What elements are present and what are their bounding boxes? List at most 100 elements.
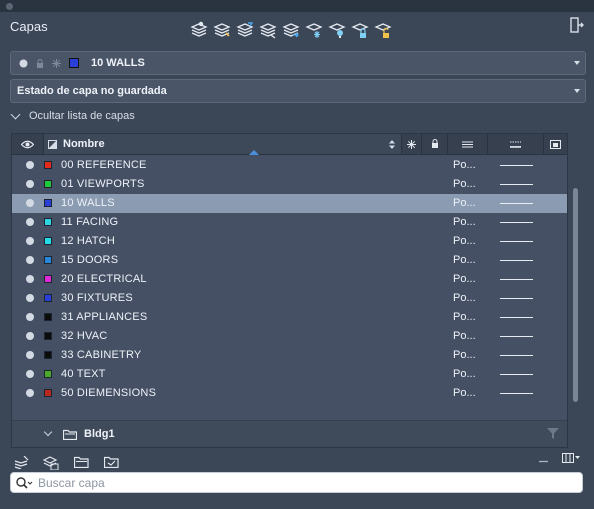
layer-state-dropdown[interactable]: Estado de capa no guardada: [10, 79, 586, 103]
unlock-layer-icon[interactable]: [374, 20, 392, 40]
new-property-filter-icon[interactable]: [42, 453, 60, 471]
layer-color-swatch[interactable]: [44, 161, 52, 169]
layer-lineweight[interactable]: [500, 279, 533, 280]
layer-linetype[interactable]: Po...: [453, 330, 476, 342]
minus-icon[interactable]: [539, 454, 548, 466]
layer-row[interactable]: 33 CABINETRY Po...: [12, 346, 567, 365]
lightbulb-on-icon[interactable]: [26, 180, 34, 188]
layer-row[interactable]: 11 FACING Po...: [12, 213, 567, 232]
layer-lineweight[interactable]: [500, 317, 533, 318]
layer-row[interactable]: 40 TEXT Po...: [12, 365, 567, 384]
layer-row[interactable]: 10 WALLS Po...: [12, 194, 567, 213]
layer-lineweight[interactable]: [500, 298, 533, 299]
column-options-icon[interactable]: [562, 453, 580, 466]
layer-linetype[interactable]: Po...: [453, 235, 476, 247]
layer-linetype[interactable]: Po...: [453, 254, 476, 266]
layer-color-swatch[interactable]: [44, 370, 52, 378]
layer-color-swatch[interactable]: [44, 332, 52, 340]
window-dot[interactable]: [6, 3, 13, 10]
layer-color-swatch[interactable]: [44, 275, 52, 283]
layer-off-icon[interactable]: [328, 20, 346, 40]
layer-lineweight[interactable]: [500, 165, 533, 166]
lock-layer-icon[interactable]: [351, 20, 369, 40]
layer-lineweight[interactable]: [500, 222, 533, 223]
layer-linetype[interactable]: Po...: [453, 387, 476, 399]
layer-row[interactable]: 12 HATCH Po...: [12, 232, 567, 251]
scrollbar-thumb[interactable]: [573, 188, 578, 402]
lock-icon: [36, 59, 44, 72]
layer-row[interactable]: 50 DIEMENSIONS Po...: [12, 384, 567, 403]
lightbulb-on-icon[interactable]: [26, 256, 34, 264]
name-column-header[interactable]: Nombre: [44, 134, 402, 155]
lightbulb-on-icon[interactable]: [26, 199, 34, 207]
layer-linetype[interactable]: Po...: [453, 216, 476, 228]
layer-color-swatch[interactable]: [44, 313, 52, 321]
chevron-down-icon[interactable]: [43, 427, 53, 437]
layer-color-swatch[interactable]: [44, 218, 52, 226]
lightbulb-on-icon[interactable]: [26, 161, 34, 169]
layer-row[interactable]: 32 HVAC Po...: [12, 327, 567, 346]
lock-column-header[interactable]: [422, 134, 448, 154]
layer-linetype[interactable]: Po...: [453, 159, 476, 171]
layer-filter-icon[interactable]: [12, 453, 30, 471]
layer-color-swatch[interactable]: [44, 351, 52, 359]
layer-color-swatch[interactable]: [44, 294, 52, 302]
lightbulb-on-icon[interactable]: [26, 313, 34, 321]
layer-row[interactable]: 15 DOORS Po...: [12, 251, 567, 270]
new-group-filter-icon[interactable]: [72, 453, 90, 471]
layer-lineweight[interactable]: [500, 336, 533, 337]
filter-icon[interactable]: [547, 428, 559, 442]
layer-linetype[interactable]: Po...: [453, 311, 476, 323]
layer-color-swatch[interactable]: [44, 389, 52, 397]
match-layer-icon[interactable]: [259, 20, 277, 40]
layer-lineweight[interactable]: [500, 355, 533, 356]
layer-linetype[interactable]: Po...: [453, 273, 476, 285]
layer-row[interactable]: 00 REFERENCE Po...: [12, 156, 567, 175]
layer-linetype[interactable]: Po...: [453, 197, 476, 209]
layer-lineweight[interactable]: [500, 203, 533, 204]
layer-lineweight[interactable]: [500, 393, 533, 394]
change-to-layer-icon[interactable]: [282, 20, 300, 40]
search-layer-input[interactable]: [38, 475, 568, 491]
layer-linetype[interactable]: Po...: [453, 368, 476, 380]
lightbulb-on-icon[interactable]: [26, 389, 34, 397]
hide-layer-list-toggle[interactable]: Ocultar lista de capas: [10, 109, 135, 122]
lightbulb-on-icon[interactable]: [26, 351, 34, 359]
lightbulb-on-icon[interactable]: [26, 218, 34, 226]
layer-row[interactable]: 01 VIEWPORTS Po...: [12, 175, 567, 194]
layer-linetype[interactable]: Po...: [453, 349, 476, 361]
layer-row[interactable]: 20 ELECTRICAL Po...: [12, 270, 567, 289]
layer-color-swatch[interactable]: [44, 237, 52, 245]
layer-color-swatch[interactable]: [44, 256, 52, 264]
lightbulb-on-icon[interactable]: [26, 275, 34, 283]
linetype-column-header[interactable]: [448, 134, 488, 154]
current-layer-dropdown[interactable]: 10 WALLS: [10, 51, 586, 75]
layer-lineweight[interactable]: [500, 374, 533, 375]
search-layer-box[interactable]: [10, 472, 583, 493]
freeze-layer-icon[interactable]: [305, 20, 323, 40]
layer-linetype[interactable]: Po...: [453, 292, 476, 304]
new-layer-icon[interactable]: [213, 20, 231, 40]
lineweight-column-header[interactable]: [488, 134, 544, 154]
layer-row[interactable]: 30 FIXTURES Po...: [12, 289, 567, 308]
layer-lineweight[interactable]: [500, 260, 533, 261]
window-titlebar: [0, 0, 594, 12]
layer-color-swatch[interactable]: [44, 199, 52, 207]
layer-color-swatch[interactable]: [44, 180, 52, 188]
lightbulb-on-icon[interactable]: [26, 237, 34, 245]
layer-lineweight[interactable]: [500, 184, 533, 185]
layer-row[interactable]: 31 APPLIANCES Po...: [12, 308, 567, 327]
lightbulb-on-icon[interactable]: [26, 370, 34, 378]
lightbulb-on-icon[interactable]: [26, 332, 34, 340]
set-current-layer-icon[interactable]: [236, 20, 254, 40]
freeze-column-header[interactable]: [402, 134, 422, 154]
dock-panel-icon[interactable]: [570, 17, 584, 33]
layer-states-manager-icon[interactable]: [102, 453, 120, 471]
columns-menu-header[interactable]: [544, 134, 567, 154]
layer-group-row[interactable]: Bldg1: [12, 420, 567, 447]
lightbulb-on-icon[interactable]: [26, 294, 34, 302]
layer-lineweight[interactable]: [500, 241, 533, 242]
visibility-column-header[interactable]: [12, 134, 44, 154]
layer-properties-icon[interactable]: [190, 20, 208, 40]
layer-linetype[interactable]: Po...: [453, 178, 476, 190]
